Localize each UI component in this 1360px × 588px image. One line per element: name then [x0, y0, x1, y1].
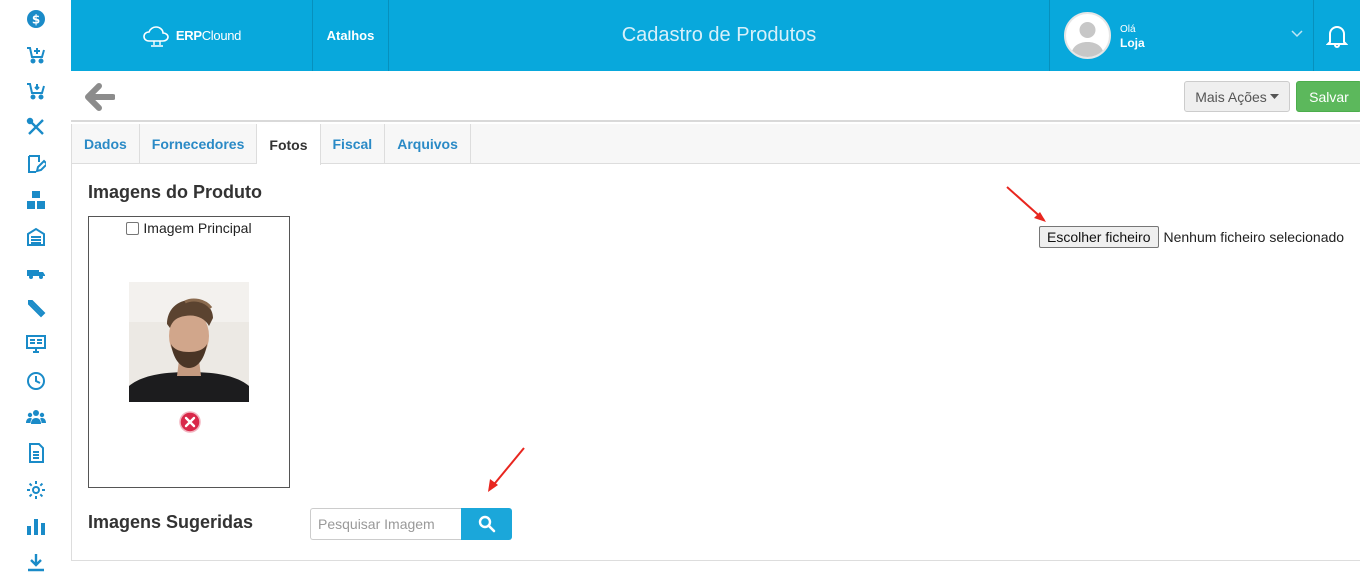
dollar-icon[interactable]: $ — [24, 7, 48, 31]
more-actions-label: Mais Ações — [1195, 88, 1267, 105]
user-name: Loja — [1120, 36, 1145, 50]
user-menu[interactable]: Olá Loja — [1049, 0, 1314, 71]
product-image-card: Imagem Principal — [88, 216, 290, 488]
bell-icon[interactable] — [1314, 0, 1360, 71]
users-icon[interactable] — [24, 405, 48, 429]
shortcuts-menu[interactable]: Atalhos — [313, 0, 389, 71]
main-image-checkbox[interactable] — [126, 222, 140, 235]
annotation-arrow-file — [1006, 186, 1046, 222]
remove-image-icon[interactable] — [179, 411, 201, 433]
action-toolbar: Mais Ações Salvar — [71, 71, 1360, 122]
edit-icon[interactable] — [24, 152, 48, 176]
greeting-text: Olá — [1120, 24, 1136, 35]
file-status-text: Nenhum ficheiro selecionado — [1163, 229, 1345, 245]
product-images-title: Imagens do Produto — [88, 182, 263, 202]
cart-add-icon[interactable] — [24, 43, 48, 67]
suggested-images-title: Imagens Sugeridas — [88, 512, 254, 532]
brand-name-bold: ERP — [175, 28, 202, 43]
top-navbar: ERPClound Atalhos Cadastro de Produtos O… — [71, 0, 1360, 71]
choose-file-button[interactable]: Escolher ficheiro — [1039, 226, 1159, 248]
product-form-panel: Dados Fornecedores Fotos Fiscal Arquivos… — [71, 124, 1360, 561]
page-title: Cadastro de Produtos — [621, 24, 817, 46]
tab-arquivos[interactable]: Arquivos — [385, 124, 471, 164]
search-icon — [478, 515, 495, 533]
boxes-icon[interactable] — [24, 188, 48, 212]
tools-icon[interactable] — [24, 115, 48, 139]
avatar — [1064, 12, 1111, 59]
tab-fotos[interactable]: Fotos — [257, 124, 321, 165]
caret-down-icon — [1269, 93, 1279, 99]
cloud-icon — [143, 25, 169, 47]
truck-icon[interactable] — [24, 260, 48, 284]
tab-fiscal[interactable]: Fiscal — [321, 124, 386, 164]
svg-text:$: $ — [32, 13, 40, 27]
search-button[interactable] — [461, 508, 512, 540]
document-icon[interactable] — [24, 441, 48, 465]
main-image-label: Imagem Principal — [143, 220, 252, 236]
cart-icon[interactable] — [24, 79, 48, 103]
clock-icon[interactable] — [24, 369, 48, 393]
tab-fornecedores[interactable]: Fornecedores — [140, 124, 258, 164]
download-icon[interactable] — [24, 550, 48, 574]
chart-icon[interactable] — [24, 514, 48, 538]
annotation-arrow-search — [488, 447, 525, 492]
back-arrow-icon[interactable] — [85, 83, 116, 111]
chevron-down-icon[interactable] — [1291, 27, 1303, 41]
brand-logo[interactable]: ERPClound — [71, 0, 313, 71]
product-photo — [129, 282, 249, 402]
left-sidebar: $ — [0, 0, 71, 588]
monitor-icon[interactable] — [24, 332, 48, 356]
brand-name-rest: Clound — [201, 28, 242, 43]
image-search-input[interactable]: Pesquisar Imagem — [310, 508, 461, 540]
settings-icon[interactable] — [24, 478, 48, 502]
tab-bar: Dados Fornecedores Fotos Fiscal Arquivos — [72, 124, 1360, 165]
file-upload: Escolher ficheiro Nenhum ficheiro seleci… — [1039, 226, 1344, 248]
pencil-icon[interactable] — [24, 296, 48, 320]
tab-dados[interactable]: Dados — [72, 124, 140, 164]
warehouse-icon[interactable] — [24, 225, 48, 249]
save-button[interactable]: Salvar — [1296, 81, 1360, 112]
more-actions-button[interactable]: Mais Ações — [1184, 81, 1290, 112]
